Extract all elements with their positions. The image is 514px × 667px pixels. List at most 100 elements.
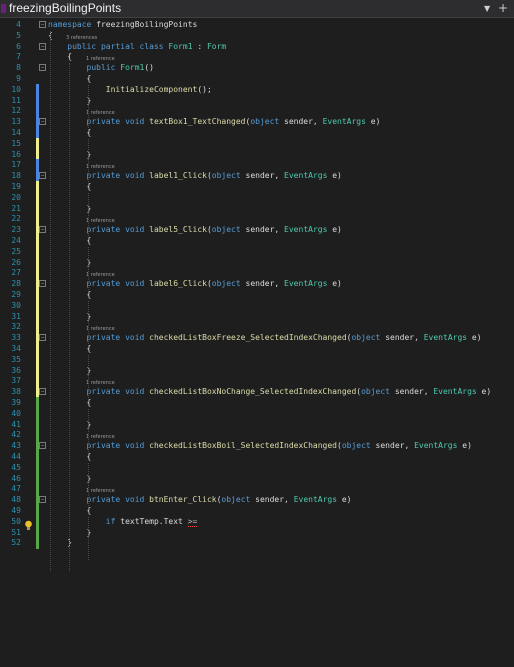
code-line[interactable]: 33 − private void checkedListBoxFreeze_Se… — [0, 326, 514, 344]
code-line[interactable]: 48 − private void btnEnter_Click(object s… — [0, 488, 514, 506]
collapse-toggle-icon[interactable]: − — [39, 118, 46, 126]
code-line[interactable]: 47 — [0, 483, 514, 495]
code-line[interactable]: 42 — [0, 429, 514, 441]
collapse-toggle-icon[interactable]: − — [39, 21, 46, 28]
code-line[interactable]: 28 − private void label6_Click(object sen… — [0, 272, 514, 290]
code-line[interactable]: 49 { — [0, 505, 514, 517]
code-line[interactable]: 43 − private void checkedListBoxBoil_Sele… — [0, 434, 514, 452]
line-number: 27 — [11, 268, 21, 278]
code-lens-references[interactable]: 1 reference — [86, 218, 115, 225]
code-line[interactable]: 27 — [0, 267, 514, 279]
code-line[interactable]: 40 — [0, 407, 514, 420]
change-indicator — [36, 256, 39, 268]
code-token: e) — [365, 117, 381, 127]
code-token: Form1 — [120, 63, 145, 73]
code-line[interactable]: 32 — [0, 321, 514, 333]
code-line[interactable]: 30 — [0, 299, 514, 312]
code-token: object — [361, 387, 390, 397]
code-line[interactable]: 15 — [0, 137, 514, 150]
line-number: 51 — [11, 527, 21, 537]
code-line[interactable]: 11 } — [0, 94, 514, 106]
code-line[interactable]: 45 — [0, 461, 514, 474]
code-line[interactable]: 50 if textTemp.Text >= — [0, 515, 514, 530]
code-line[interactable]: 22 — [0, 213, 514, 225]
code-line[interactable]: 21 } — [0, 202, 514, 214]
code-token: sender, — [250, 495, 294, 505]
code-token: sender, — [370, 441, 415, 451]
collapse-toggle-icon[interactable]: − — [39, 496, 46, 504]
code-line[interactable]: 8− public Form1() 1 reference — [0, 56, 514, 73]
code-lens-references[interactable]: 1 reference — [86, 326, 115, 333]
collapse-toggle-icon[interactable]: − — [39, 172, 46, 180]
code-lens-references[interactable]: 1 reference — [86, 434, 115, 441]
collapse-toggle-icon[interactable]: − — [39, 64, 46, 72]
code-line[interactable]: 51 } — [0, 526, 514, 538]
code-lens-references[interactable]: 1 reference — [86, 272, 115, 279]
code-token: btnEnter_Click — [149, 495, 217, 505]
code-line[interactable]: 31 } — [0, 310, 514, 322]
collapse-toggle-icon[interactable]: − — [39, 42, 46, 50]
code-line[interactable]: 52 } — [0, 537, 514, 549]
code-line[interactable]: 24 { — [0, 235, 514, 247]
code-line[interactable]: 41 } — [0, 418, 514, 430]
code-line[interactable]: 18 − private void label1_Click(object sen… — [0, 164, 514, 182]
code-lens-references[interactable]: 1 reference — [86, 110, 115, 117]
code-line[interactable]: 4 − namespace freezingBoilingPoints — [0, 19, 514, 30]
line-number: 9 — [16, 74, 21, 83]
code-token: textTemp.Text — [115, 516, 188, 526]
collapse-toggle-icon[interactable]: − — [39, 334, 46, 342]
code-line[interactable]: 10 InitializeComponent(); — [0, 83, 514, 96]
line-number: 24 — [11, 236, 21, 245]
code-line[interactable]: 13 − private void textBox1_TextChanged(ob… — [0, 110, 514, 128]
code-line[interactable]: 20 — [0, 191, 514, 204]
chevron-down-icon[interactable]: ▼ — [484, 4, 490, 13]
code-line[interactable]: 16 } — [0, 148, 514, 160]
code-token: label6_Click — [149, 279, 207, 289]
code-token: e) — [327, 171, 342, 181]
code-line[interactable]: 14 { — [0, 127, 514, 139]
code-token: object — [341, 441, 371, 451]
code-line[interactable]: 36 } — [0, 364, 514, 376]
code-line[interactable]: 44 { — [0, 451, 514, 463]
code-line[interactable]: 17 — [0, 159, 514, 171]
code-line[interactable]: 38 − private void checkedListBoxNoChange_… — [0, 380, 514, 398]
plus-icon[interactable]: + — [498, 1, 508, 15]
change-indicator — [36, 515, 39, 528]
code-lens-references[interactable]: 3 references — [66, 35, 97, 42]
collapse-toggle-icon[interactable]: − — [39, 280, 46, 288]
collapse-toggle-icon[interactable]: − — [39, 442, 46, 450]
line-number: 37 — [11, 376, 21, 386]
document-tab[interactable]: freezingBoilingPoints ▼ + — [0, 0, 514, 18]
collapse-toggle-icon[interactable]: − — [39, 388, 46, 396]
code-line[interactable]: 46 } — [0, 472, 514, 484]
code-line[interactable]: 7 { — [0, 51, 514, 62]
code-line[interactable]: 23 − private void label5_Click(object sen… — [0, 218, 514, 236]
code-line[interactable]: 25 — [0, 245, 514, 258]
code-line[interactable]: 9 { — [0, 73, 514, 84]
code-line[interactable]: 26 } — [0, 256, 514, 268]
code-line[interactable]: 29 { — [0, 289, 514, 301]
change-indicator — [36, 105, 39, 117]
code-line[interactable]: 12 — [0, 105, 514, 117]
syntax-error-token: >= — [187, 516, 198, 527]
code-editor[interactable]: 4− namespace freezingBoilingPoints 5{6− pu… — [0, 18, 514, 667]
code-lens-references[interactable]: 1 reference — [86, 56, 115, 63]
code-line[interactable]: 39 { — [0, 397, 514, 409]
code-line[interactable]: 19 { — [0, 181, 514, 193]
code-lens-references[interactable]: 1 reference — [86, 380, 115, 387]
code-token: private void — [86, 333, 145, 343]
code-token: e) — [337, 495, 352, 505]
code-line[interactable]: 37 — [0, 375, 514, 387]
code-line[interactable]: 35 — [0, 353, 514, 366]
line-number: 44 — [11, 452, 21, 461]
change-indicator — [36, 213, 39, 225]
collapse-toggle-icon[interactable]: − — [39, 226, 46, 234]
code-token: EventArgs — [284, 171, 328, 181]
code-lens-references[interactable]: 1 reference — [86, 164, 115, 171]
code-line[interactable]: 34 { — [0, 343, 514, 355]
change-indicator — [36, 310, 39, 322]
code-line[interactable]: 6− public partial class Form1 : Form 3 re… — [0, 35, 514, 52]
code-lens-references[interactable]: 1 reference — [86, 488, 115, 495]
